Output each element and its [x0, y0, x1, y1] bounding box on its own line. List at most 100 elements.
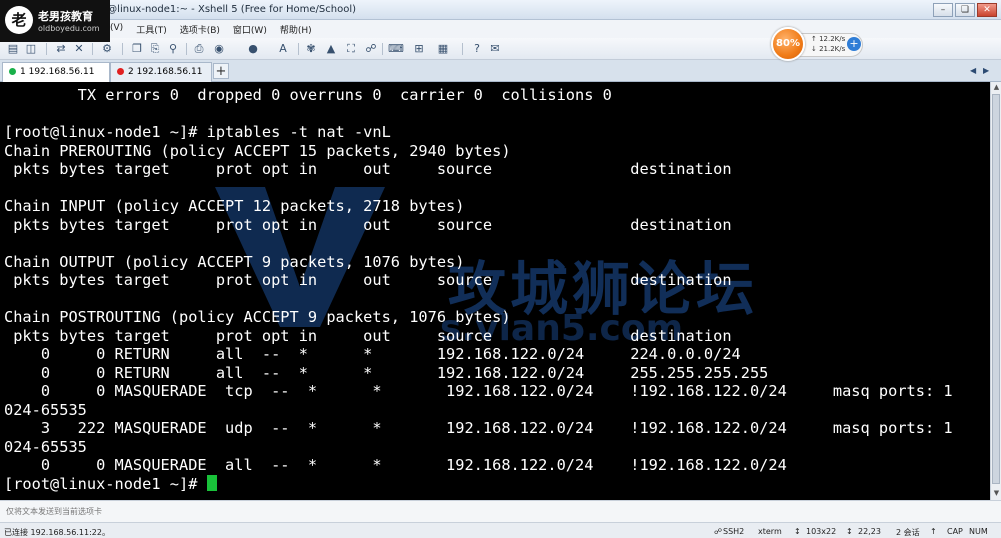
terminal-line: pkts bytes target prot opt in out source… — [4, 215, 732, 234]
add-tab-button[interactable]: + — [213, 63, 229, 79]
chat-icon[interactable]: ✉ — [488, 42, 502, 56]
color-scheme-icon[interactable]: ◉ — [212, 42, 226, 56]
xftp-icon[interactable]: ▲ — [324, 42, 338, 56]
layout-icon[interactable]: ▦ — [436, 42, 450, 56]
title-bar: @linux-node1:~ - Xshell 5 (Free for Home… — [0, 0, 1001, 20]
terminal-line: TX errors 0 dropped 0 overruns 0 carrier… — [4, 86, 612, 104]
window-title: @linux-node1:~ - Xshell 5 (Free for Home… — [104, 4, 357, 15]
tab-session-1[interactable]: 1 192.168.56.11 — [2, 62, 110, 82]
script-icon[interactable]: ✾ — [304, 42, 318, 56]
monitor-percent: 80% — [771, 27, 805, 61]
font-icon[interactable]: A — [276, 42, 290, 56]
upload-speed: ↑ 12.2K/s — [811, 35, 846, 43]
status-bar: 已连接 192.168.56.11:22。 ☍ SSH2 xterm ↕ 103… — [0, 522, 1001, 538]
find-icon[interactable]: ⚲ — [166, 42, 180, 56]
logo-url: oldboyedu.com — [38, 24, 100, 33]
menu-window[interactable]: 窗口(W) — [233, 23, 267, 36]
menu-help[interactable]: 帮助(H) — [280, 23, 312, 36]
paste-icon[interactable]: ⎘ — [148, 42, 162, 56]
compose-placeholder: 仅将文本发送到当前选项卡 — [6, 507, 102, 516]
lock-status-icon: ☍ — [714, 527, 723, 536]
compose-bar[interactable]: 仅将文本发送到当前选项卡 — [0, 500, 1001, 522]
minimize-button[interactable]: – — [933, 3, 953, 17]
logo-mark-icon: 老 — [5, 6, 33, 34]
cursor-position-status: 22,23 — [858, 527, 881, 536]
fullscreen-icon[interactable]: ⛶ — [344, 42, 358, 56]
connection-status: 已连接 192.168.56.11:22。 — [4, 528, 110, 537]
tab-label: 2 192.168.56.11 — [128, 67, 203, 77]
open-folder-icon[interactable]: ◫ — [24, 42, 38, 56]
disconnect-icon[interactable]: ✕ — [72, 42, 86, 56]
terminal-line: pkts bytes target prot opt in out source… — [4, 326, 732, 345]
window-controls: – ❏ ✕ — [933, 3, 997, 17]
terminal-line: pkts bytes target prot opt in out source… — [4, 160, 732, 178]
tab-label: 1 192.168.56.11 — [20, 67, 95, 77]
size-icon: ↕ — [794, 527, 801, 536]
terminal-cursor — [206, 474, 217, 491]
terminal-type-status: xterm — [758, 527, 782, 536]
terminal-line: [root@linux-node1 ~]# iptables -t nat -v… — [4, 123, 391, 141]
copy-icon[interactable]: ❐ — [130, 42, 144, 56]
scroll-down-icon[interactable]: ▼ — [992, 489, 1001, 499]
sessions-status: 2 会话 — [896, 528, 920, 537]
terminal-line: pkts bytes target prot opt in out source… — [4, 271, 732, 289]
protocol-status: SSH2 — [723, 527, 745, 536]
session-tab-bar: 1 192.168.56.11 2 192.168.56.11✕ + ◀ ▶ — [0, 60, 1001, 82]
terminal-line: Chain PREROUTING (policy ACCEPT 15 packe… — [4, 141, 511, 160]
terminal-line: 0 0 RETURN all -- * * 192.168.122.0/24 2… — [4, 363, 769, 382]
scrollbar-thumb[interactable] — [992, 94, 1000, 484]
terminal-line: Chain INPUT (policy ACCEPT 12 packets, 2… — [4, 197, 465, 215]
disconnected-status-icon — [117, 68, 124, 75]
terminal-line: 024-65535 — [4, 400, 87, 419]
upload-speed-value: 12.2K/s — [819, 35, 846, 43]
print-icon[interactable]: ⎙ — [192, 42, 206, 56]
download-speed: ↓ 21.2K/s — [811, 45, 846, 53]
properties-icon[interactable]: ⚙ — [100, 42, 114, 56]
terminal-line: 0 0 MASQUERADE all -- * * 192.168.122.0/… — [4, 456, 787, 474]
download-speed-value: 21.2K/s — [819, 45, 846, 53]
menu-tabs[interactable]: 选项卡(B) — [180, 23, 220, 36]
terminal-scrollbar[interactable]: ▲ ▼ — [990, 82, 1001, 500]
restore-button[interactable]: ❏ — [955, 3, 975, 17]
terminal-prompt: [root@linux-node1 ~]# — [4, 474, 207, 493]
new-session-icon[interactable]: ▤ — [6, 42, 20, 56]
close-button[interactable]: ✕ — [977, 3, 997, 17]
capslock-indicator: CAP — [947, 527, 963, 536]
position-icon: ↕ — [846, 527, 853, 536]
terminal-size-status: 103x22 — [806, 527, 837, 536]
tab-prev-icon[interactable]: ◀ — [970, 66, 976, 75]
scroll-up-icon[interactable]: ▲ — [992, 83, 1001, 93]
menu-view[interactable]: (V) — [110, 23, 123, 36]
monitor-plus-icon[interactable]: + — [847, 37, 861, 51]
logo-name: 老男孩教育 — [38, 10, 93, 23]
lock-icon[interactable]: ☍ — [364, 42, 378, 56]
encoding-icon[interactable]: ● — [246, 42, 260, 56]
terminal-prompt-line[interactable]: [root@linux-node1 ~]# — [4, 474, 953, 494]
connect-icon[interactable]: ⇄ — [54, 42, 68, 56]
oldboy-logo: 老 老男孩教育 oldboyedu.com — [0, 0, 110, 42]
menu-items: (V) 工具(T) 选项卡(B) 窗口(W) 帮助(H) — [110, 23, 312, 36]
tab-session-2[interactable]: 2 192.168.56.11✕ — [110, 62, 220, 82]
new-tab-icon[interactable]: ⊞ — [412, 42, 426, 56]
terminal-line: 0 0 MASQUERADE tcp -- * * 192.168.122.0/… — [4, 382, 953, 400]
terminal-line: 3 222 MASQUERADE udp -- * * 192.168.122.… — [4, 419, 953, 437]
terminal-line: Chain OUTPUT (policy ACCEPT 9 packets, 1… — [4, 252, 465, 271]
tab-next-icon[interactable]: ▶ — [983, 66, 989, 75]
keyboard-icon[interactable]: ⌨ — [388, 42, 404, 56]
sessions-icon: ↑ — [930, 527, 937, 536]
menu-tools[interactable]: 工具(T) — [136, 23, 167, 36]
numlock-indicator: NUM — [969, 527, 988, 536]
terminal-line: 024-65535 — [4, 437, 87, 456]
help-icon[interactable]: ? — [470, 42, 484, 56]
terminal-output: TX errors 0 dropped 0 overruns 0 carrier… — [4, 86, 953, 493]
network-monitor[interactable]: 80% ↑ 12.2K/s ↓ 21.2K/s + — [771, 27, 865, 61]
terminal-line: Chain POSTROUTING (policy ACCEPT 9 packe… — [4, 308, 511, 326]
terminal-area[interactable]: 攻城狮论坛 s.vlan5.com TX errors 0 dropped 0 … — [0, 82, 990, 500]
terminal-line: 0 0 RETURN all -- * * 192.168.122.0/24 2… — [4, 345, 741, 363]
xshell-window: @linux-node1:~ - Xshell 5 (Free for Home… — [0, 0, 1001, 538]
connected-status-icon — [9, 68, 16, 75]
